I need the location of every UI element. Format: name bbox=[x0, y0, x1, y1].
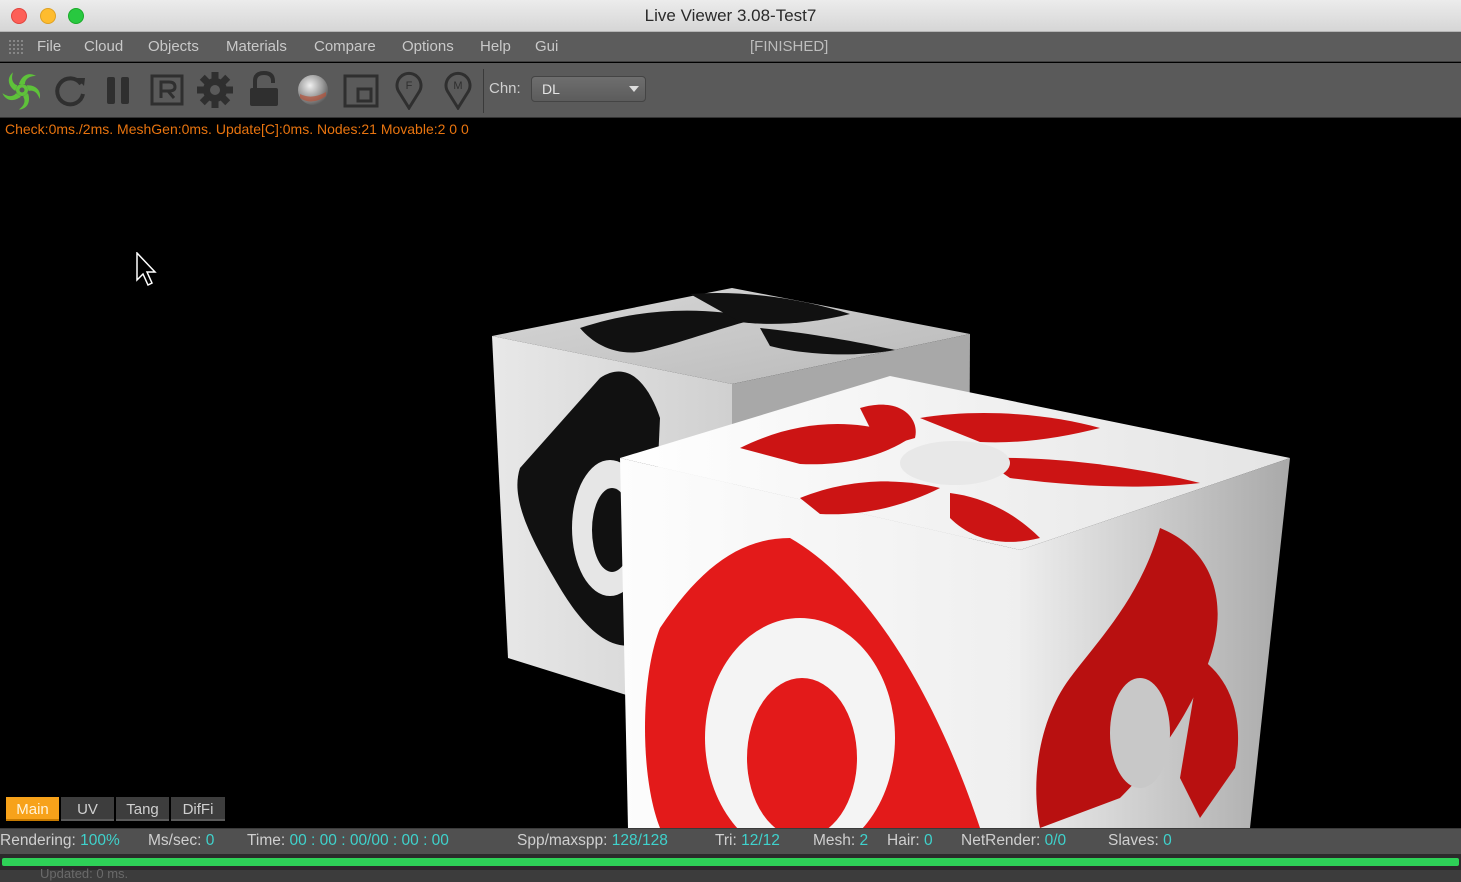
status-bar: Rendering: 100% Ms/sec: 0 Time: 00 : 00 … bbox=[0, 828, 1461, 854]
status-mesh: Mesh: 2 bbox=[813, 832, 869, 849]
render-status-text: [FINISHED] bbox=[750, 38, 829, 55]
refresh-icon[interactable] bbox=[50, 70, 90, 110]
toolbar: F M Chn: DL bbox=[0, 63, 1461, 118]
octane-logo-icon[interactable] bbox=[2, 70, 42, 110]
svg-text:F: F bbox=[406, 80, 413, 92]
menu-bar: File Cloud Objects Materials Compare Opt… bbox=[0, 32, 1461, 62]
status-tri: Tri: 12/12 bbox=[715, 832, 780, 849]
status-time: Time: 00 : 00 : 00/00 : 00 : 00 bbox=[247, 832, 449, 849]
render-progress-bar bbox=[0, 854, 1461, 870]
mouse-cursor-icon bbox=[136, 252, 157, 287]
status-netrender: NetRender: 0/0 bbox=[961, 832, 1067, 849]
menu-file[interactable]: File bbox=[37, 38, 61, 55]
menu-help[interactable]: Help bbox=[480, 38, 511, 55]
gear-icon[interactable] bbox=[195, 70, 235, 110]
tab-tang[interactable]: Tang bbox=[116, 797, 169, 821]
chevron-down-icon bbox=[629, 86, 639, 92]
material-pin-icon[interactable]: M bbox=[438, 70, 478, 111]
channel-select[interactable]: DL bbox=[531, 76, 646, 102]
window-title: Live Viewer 3.08-Test7 bbox=[644, 6, 817, 25]
status-rendering: Rendering: 100% bbox=[0, 832, 120, 849]
render-viewport[interactable]: Check:0ms./2ms. MeshGen:0ms. Update[C]:0… bbox=[0, 118, 1461, 828]
rendered-scene bbox=[492, 288, 1290, 828]
svg-text:M: M bbox=[453, 80, 462, 92]
menu-objects[interactable]: Objects bbox=[148, 38, 199, 55]
lock-icon[interactable] bbox=[244, 70, 284, 110]
pause-icon[interactable] bbox=[99, 70, 139, 110]
status-hair: Hair: 0 bbox=[887, 832, 933, 849]
material-ball-icon[interactable] bbox=[292, 70, 332, 110]
menu-compare[interactable]: Compare bbox=[314, 38, 376, 55]
menu-options[interactable]: Options bbox=[402, 38, 454, 55]
debug-stats-text: Check:0ms./2ms. MeshGen:0ms. Update[C]:0… bbox=[5, 121, 469, 137]
render-progress-fill bbox=[2, 858, 1459, 866]
r-icon[interactable] bbox=[147, 70, 187, 110]
region-icon[interactable] bbox=[341, 70, 381, 110]
menu-materials[interactable]: Materials bbox=[226, 38, 287, 55]
status-slaves: Slaves: 0 bbox=[1108, 832, 1172, 849]
grip-handle-icon[interactable] bbox=[8, 39, 24, 54]
menu-gui[interactable]: Gui bbox=[535, 38, 558, 55]
menu-cloud[interactable]: Cloud bbox=[84, 38, 123, 55]
tab-uv[interactable]: UV bbox=[61, 797, 114, 821]
updated-time-text: Updated: 0 ms. bbox=[40, 866, 129, 881]
status-spp: Spp/maxspp: 128/128 bbox=[517, 832, 668, 849]
bottom-strip: Updated: 0 ms. bbox=[0, 866, 1461, 882]
channel-label: Chn: bbox=[489, 80, 521, 97]
channel-selected-value: DL bbox=[542, 81, 560, 97]
tab-diffi[interactable]: DifFi bbox=[171, 797, 225, 821]
toolbar-separator bbox=[483, 69, 484, 113]
tab-main[interactable]: Main bbox=[6, 797, 59, 821]
status-mssec: Ms/sec: 0 bbox=[148, 832, 215, 849]
title-bar: Live Viewer 3.08-Test7 bbox=[0, 0, 1461, 32]
focus-pin-icon[interactable]: F bbox=[389, 70, 429, 111]
